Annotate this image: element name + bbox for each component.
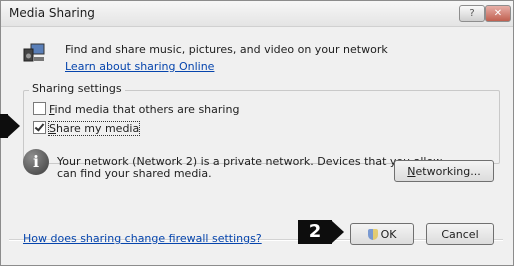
ok-button[interactable]: OK: [350, 223, 414, 245]
info-icon: i: [23, 149, 49, 175]
find-media-option[interactable]: Find media that others are sharing: [33, 102, 239, 116]
callout-marker-2: 2: [298, 220, 332, 244]
share-my-media-label: hare my media: [55, 122, 140, 135]
help-button[interactable]: ?: [459, 5, 485, 22]
share-my-media-checkbox[interactable]: [33, 121, 46, 134]
network-status-text: Your network (Network 2) is a private ne…: [57, 156, 442, 180]
sharing-settings-label: Sharing settings: [29, 82, 125, 95]
callout-marker-1: [0, 114, 8, 138]
find-media-checkbox[interactable]: [33, 102, 46, 115]
find-media-label: ind media that others are sharing: [54, 103, 240, 116]
firewall-settings-link[interactable]: How does sharing change firewall setting…: [23, 232, 262, 245]
window-title: Media Sharing: [9, 6, 95, 20]
callout-arrow-1: [8, 115, 20, 137]
close-button[interactable]: ✕: [485, 5, 511, 22]
intro-text: Find and share music, pictures, and vide…: [65, 43, 388, 56]
networking-mnemonic: N: [407, 165, 416, 178]
uac-shield-icon: [367, 229, 378, 240]
share-my-media-option[interactable]: Share my media: [33, 121, 141, 136]
callout-arrow-2: [332, 221, 344, 243]
networking-button[interactable]: Networking...: [394, 160, 494, 182]
title-bar: Media Sharing ? ✕: [1, 1, 513, 27]
share-my-media-mnemonic: S: [49, 122, 56, 135]
cancel-button[interactable]: Cancel: [426, 223, 494, 245]
networking-label: etworking...: [415, 165, 481, 178]
network-status-line-2: can find your shared media.: [57, 167, 212, 180]
media-sharing-icon: [23, 43, 45, 62]
media-sharing-dialog: Media Sharing ? ✕ Find and share music, …: [0, 0, 514, 266]
ok-label: OK: [380, 228, 397, 241]
learn-online-link[interactable]: Learn about sharing Online: [65, 60, 214, 73]
